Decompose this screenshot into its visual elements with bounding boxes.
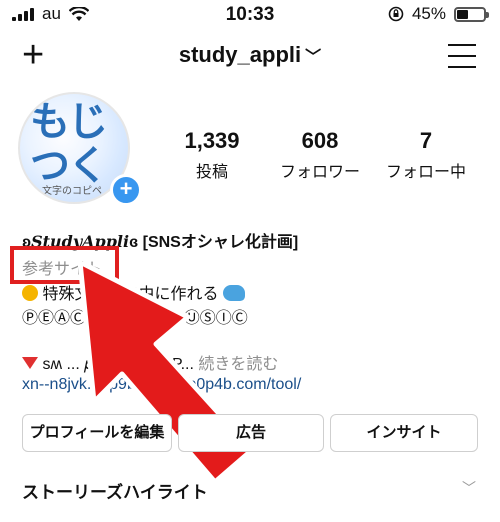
followers-count: 608 bbox=[301, 128, 339, 153]
battery-fill bbox=[457, 9, 468, 19]
posts-label: 投稿 bbox=[195, 164, 228, 181]
posts-count: 1,339 bbox=[184, 128, 240, 153]
battery-icon bbox=[454, 6, 489, 22]
edit-profile-button[interactable]: プロフィールを編集 bbox=[22, 414, 172, 452]
smiley-emoji-icon bbox=[22, 285, 38, 301]
stat-posts[interactable]: 1,339 投稿 bbox=[170, 128, 254, 182]
rotation-lock-icon bbox=[388, 6, 404, 22]
insights-button[interactable]: インサイト bbox=[330, 414, 478, 452]
red-triangle-icon bbox=[22, 357, 38, 369]
name-suffix: ɞ [SNSオシャレ化計画] bbox=[129, 234, 299, 251]
status-bar: au 10:33 45% bbox=[0, 0, 500, 30]
add-story-icon[interactable]: + bbox=[110, 174, 142, 206]
avatar-logo-text: もじ つく bbox=[30, 100, 108, 188]
avatar-subtext: 文字のコピペ bbox=[42, 186, 102, 197]
stat-following[interactable]: 7 フォロー中 bbox=[378, 128, 474, 182]
battery-percent: 45% bbox=[411, 4, 446, 23]
ads-button[interactable]: 広告 bbox=[178, 414, 324, 452]
following-label: フォロー中 bbox=[385, 164, 466, 181]
username-switcher[interactable]: study_appli ﹀ bbox=[0, 42, 500, 68]
profile-header: + study_appli ﹀ bbox=[0, 30, 500, 82]
story-highlights-label[interactable]: ストーリーズハイライト bbox=[22, 478, 208, 503]
stat-followers[interactable]: 608 フォロワー bbox=[272, 128, 368, 182]
username: study_appli bbox=[178, 42, 302, 67]
followers-label: フォロワー bbox=[279, 164, 360, 181]
chevron-down-icon[interactable]: ﹀ bbox=[462, 478, 476, 498]
hamburger-menu-icon[interactable] bbox=[448, 44, 476, 77]
chevron-down-icon: ﹀ bbox=[305, 49, 322, 66]
status-right: 45% bbox=[388, 4, 489, 24]
following-count: 7 bbox=[419, 128, 433, 153]
